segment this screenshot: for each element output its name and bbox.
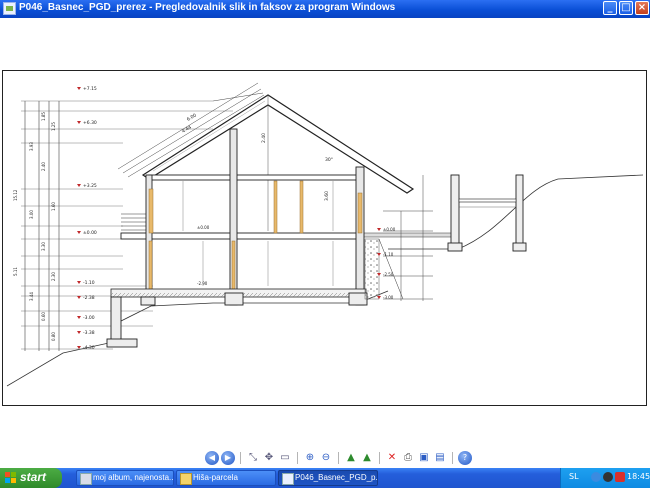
task-label: P046_Basnec_PGD_p...	[295, 473, 378, 482]
elevation-label: ±0.00	[83, 230, 97, 236]
svg-text:3.00: 3.00	[29, 210, 34, 219]
toolbar-separator	[379, 452, 380, 464]
roof-angle: 30°	[325, 157, 333, 163]
taskbar: start moj album, najenosta... Hiša-parce…	[0, 468, 650, 488]
edit-icon[interactable]: ▤	[433, 451, 447, 465]
elevation-label: -1.10	[83, 280, 95, 286]
svg-text:1.60: 1.60	[51, 202, 56, 211]
height-dimension: 3.60	[324, 191, 330, 201]
minimize-button[interactable]: _	[603, 1, 617, 15]
delete-icon[interactable]: ✕	[385, 451, 399, 465]
save-icon[interactable]: ▣	[417, 451, 431, 465]
window-title: P046_Basnec_PGD_prerez - Pregledovalnik …	[19, 2, 396, 13]
taskbar-item-image-viewer[interactable]: P046_Basnec_PGD_p...	[278, 470, 378, 486]
svg-text:1.85: 1.85	[41, 112, 46, 121]
drawing-image: 15.12 5.11 3.93 3.00 3.44 1.85 2.40 3.30…	[2, 70, 647, 406]
taskbar-item-browser[interactable]: moj album, najenosta...	[76, 470, 174, 486]
toolbar-separator	[297, 452, 298, 464]
task-list: moj album, najenosta... Hiša-parcela P04…	[76, 470, 378, 486]
elevation-label: +6.30	[83, 120, 97, 126]
folder-icon	[180, 473, 192, 485]
maximize-icon: □	[621, 2, 631, 13]
image-viewer-area: 15.12 5.11 3.93 3.00 3.44 1.85 2.40 3.30…	[0, 18, 650, 468]
elevation-label: +7.15	[83, 86, 97, 92]
viewer-toolbar: ◀ ▶ ⤡ ✥ ▭ ⊕ ⊖ ▲ ▲ ✕ ⎙ ▣ ▤ ?	[205, 450, 472, 466]
roof-dimension: 4.44	[181, 124, 193, 134]
help-icon[interactable]: ?	[458, 451, 472, 465]
svg-text:5.11: 5.11	[13, 267, 18, 276]
rotate-clockwise-icon[interactable]: ▲	[344, 451, 358, 465]
svg-text:2.40: 2.40	[41, 162, 46, 171]
svg-text:0.60: 0.60	[41, 312, 46, 321]
image-viewer-icon	[3, 2, 16, 15]
slideshow-icon[interactable]: ▭	[278, 451, 292, 465]
elevation-label: -4.30	[83, 345, 95, 351]
toolbar-separator	[452, 452, 453, 464]
start-label: start	[20, 470, 47, 484]
actual-size-icon[interactable]: ✥	[262, 451, 276, 465]
floor-level-label: -2.90	[197, 281, 208, 286]
maximize-button[interactable]: □	[619, 1, 633, 15]
rotate-counterclockwise-icon[interactable]: ▲	[360, 451, 374, 465]
title-bar[interactable]: P046_Basnec_PGD_prerez - Pregledovalnik …	[0, 0, 650, 19]
elevation-label: -3.00	[383, 295, 394, 300]
section-drawing: 15.12 5.11 3.93 3.00 3.44 1.85 2.40 3.30…	[6, 82, 644, 387]
elevation-label: -3.00	[83, 315, 95, 321]
security-alert-icon[interactable]	[615, 472, 625, 482]
zoom-out-icon[interactable]: ⊖	[319, 451, 333, 465]
best-fit-icon[interactable]: ⤡	[246, 451, 260, 465]
svg-text:1.25: 1.25	[51, 122, 56, 131]
zoom-in-icon[interactable]: ⊕	[303, 451, 317, 465]
toolbar-separator	[240, 452, 241, 464]
print-icon[interactable]: ⎙	[401, 451, 415, 465]
elevation-label: -1.10	[383, 252, 394, 257]
start-button[interactable]: start	[0, 468, 62, 488]
svg-text:15.12: 15.12	[13, 189, 18, 201]
network-icon[interactable]	[591, 472, 601, 482]
height-dimension: 2.40	[261, 133, 267, 143]
clock: 18:45	[627, 472, 650, 481]
svg-text:3.30: 3.30	[41, 242, 46, 251]
previous-image-icon[interactable]: ◀	[205, 451, 219, 465]
system-tray: SL 18:45	[560, 468, 650, 488]
task-label: moj album, najenosta...	[93, 473, 174, 482]
task-label: Hiša-parcela	[193, 473, 238, 482]
elevation-label: -2.50	[383, 272, 394, 277]
next-image-icon[interactable]: ▶	[221, 451, 235, 465]
floor-level-label: ±0.00	[197, 225, 210, 230]
elevation-label: ±0.00	[383, 227, 396, 232]
image-viewer-icon	[282, 473, 294, 485]
svg-text:3.44: 3.44	[29, 292, 34, 301]
antivirus-icon[interactable]	[603, 472, 613, 482]
svg-text:3.93: 3.93	[29, 142, 34, 151]
close-button[interactable]: ×	[635, 1, 649, 15]
toolbar-separator	[338, 452, 339, 464]
elevation-label: -2.38	[83, 295, 95, 301]
taskbar-item-folder[interactable]: Hiša-parcela	[176, 470, 276, 486]
language-indicator[interactable]: SL	[569, 472, 579, 481]
elevation-label: +3.25	[83, 183, 97, 189]
svg-text:2.30: 2.30	[51, 272, 56, 281]
close-icon: ×	[637, 2, 647, 13]
windows-logo-icon	[5, 472, 16, 483]
minimize-icon: _	[607, 2, 613, 13]
browser-icon	[80, 473, 92, 485]
elevation-label: -3.38	[83, 330, 95, 336]
svg-text:0.80: 0.80	[51, 332, 56, 341]
